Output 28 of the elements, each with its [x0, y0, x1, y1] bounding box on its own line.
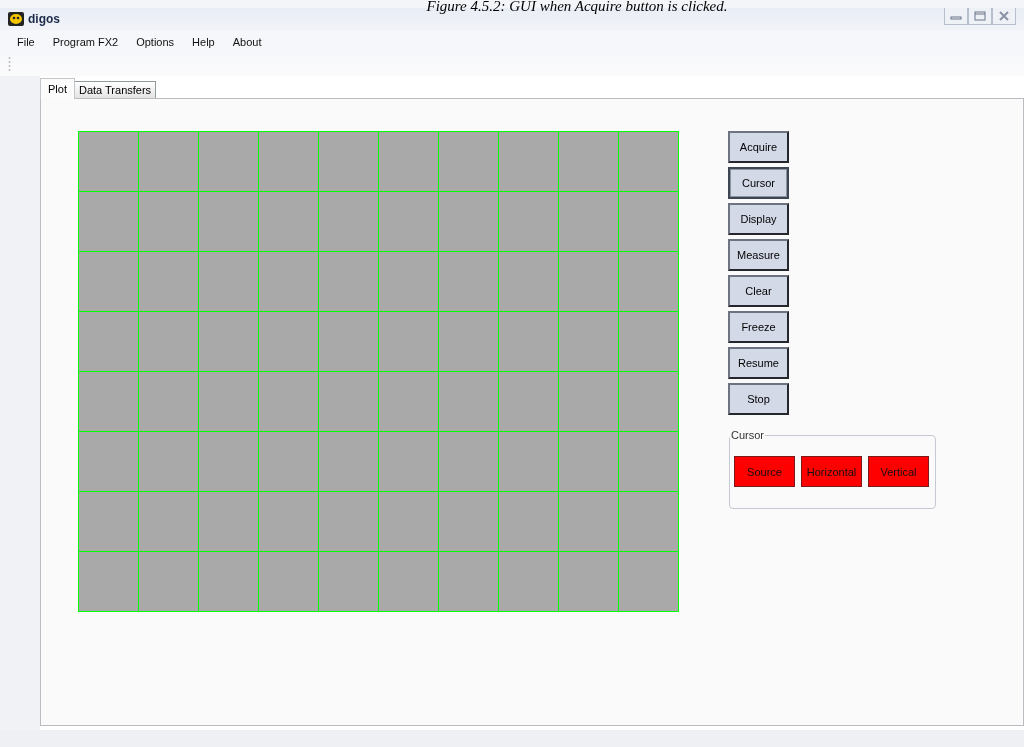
maximize-button[interactable] [968, 8, 992, 25]
command-button[interactable]: Cursor [728, 167, 789, 199]
maximize-icon [974, 11, 986, 21]
window-title: digos [28, 12, 60, 26]
cursor-mode-button[interactable]: Horizontal [801, 456, 862, 487]
menu-item[interactable]: Options [127, 36, 184, 48]
command-button[interactable]: Measure [728, 239, 789, 271]
command-button[interactable]: Clear [728, 275, 789, 307]
menu-item[interactable]: File [8, 36, 44, 48]
close-button[interactable] [992, 8, 1016, 25]
command-button[interactable]: Acquire [728, 131, 789, 163]
command-button[interactable]: Resume [728, 347, 789, 379]
group-title: Cursor [730, 429, 765, 441]
menu-item[interactable]: About [223, 36, 271, 48]
tab[interactable]: Data Transfers [73, 81, 157, 98]
close-icon [998, 11, 1010, 21]
grip-icon [8, 56, 11, 74]
cursor-mode-button[interactable]: Vertical [868, 456, 929, 487]
minimize-button[interactable] [944, 8, 968, 25]
command-button[interactable]: Freeze [728, 311, 789, 343]
command-button[interactable]: Stop [728, 383, 789, 415]
menu-item[interactable]: Program FX2 [43, 36, 128, 48]
menu-item[interactable]: Help [183, 36, 224, 48]
command-button[interactable]: Display [728, 203, 789, 235]
cursor-mode-button[interactable]: Source [734, 456, 795, 487]
figure-caption: Figure 4.5.2: GUI when Acquire button is clicked. [425, 0, 729, 14]
tab[interactable]: Plot [40, 78, 75, 99]
face-icon [8, 12, 24, 26]
